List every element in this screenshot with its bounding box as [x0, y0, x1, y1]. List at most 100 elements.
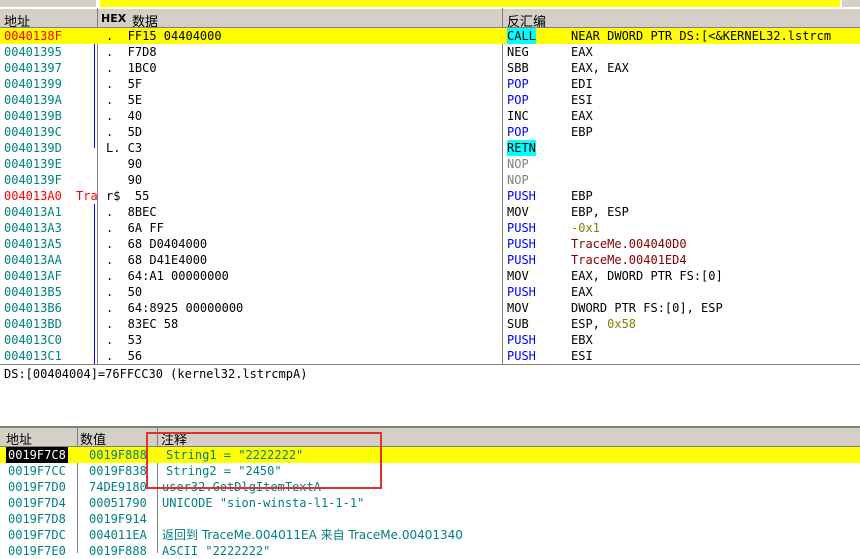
stack-row[interactable]: 0019F7D8 0019F914	[0, 511, 860, 527]
disasm-row[interactable]: 0040139B . 40 INC EAX	[0, 108, 860, 124]
disasm-hex: . 6A FF	[106, 221, 164, 235]
disassembly-pane[interactable]: 地址 HEX 数据 反汇编 0040138F . FF15 04404000 CAL…	[0, 0, 860, 364]
disasm-row[interactable]: 004013AF . 64:A1 00000000 MOV EAX, DWORD PT…	[0, 268, 860, 284]
stack-comment: UNICODE "sion-winsta-l1-1-1"	[162, 496, 365, 510]
disasm-address: 0040139B	[4, 109, 62, 123]
disasm-mnemonic: SBB	[507, 61, 529, 75]
disasm-operands: EBP, ESP	[571, 205, 629, 219]
disasm-address: 004013AA	[4, 253, 62, 267]
disasm-row[interactable]: 0040139C . 5D POP EBP	[0, 124, 860, 140]
disasm-address: 004013A3	[4, 221, 62, 235]
stack-header-address[interactable]: 地址	[0, 428, 77, 448]
disasm-row[interactable]: 004013C1 . 56 PUSH ESI	[0, 348, 860, 364]
stack-header-value[interactable]: 数值	[77, 428, 157, 448]
disasm-row[interactable]: 004013C0 . 53 PUSH EBX	[0, 332, 860, 348]
disasm-address: 004013C1	[4, 349, 62, 363]
stack-value: 0019F888	[89, 448, 147, 462]
stack-address: 0019F7E0	[8, 544, 66, 558]
stack-address: 0019F7C8	[6, 447, 68, 463]
stack-pane[interactable]: 地址 数值 注释 0019F7C8 0019F888 String1 = "2222…	[0, 426, 860, 558]
disasm-address: 0040139C	[4, 125, 62, 139]
stack-row[interactable]: 0019F7DC 004011EA 返回到 TraceMe.004011EA 来自 …	[0, 527, 860, 543]
stack-row[interactable]: 0019F7C8 0019F888 String1 = "2222222"	[0, 447, 860, 463]
disasm-row[interactable]: 0040139E 90 NOP	[0, 156, 860, 172]
stack-value: 00051790	[89, 496, 147, 510]
disasm-hex: . 68 D41E4000	[106, 253, 208, 267]
disasm-mnemonic: PUSH	[507, 253, 536, 267]
stack-row[interactable]: 0019F7CC 0019F838 String2 = "2450"	[0, 463, 860, 479]
disasm-address: 00401395	[4, 45, 62, 59]
stack-value: 0019F914	[89, 512, 147, 526]
disasm-hex: L. C3	[106, 141, 143, 155]
annotation-highlight-box	[146, 432, 382, 489]
disasm-operands: EDI	[571, 77, 593, 91]
disasm-row[interactable]: 0040139A . 5E POP ESI	[0, 92, 860, 108]
disasm-address: 00401397	[4, 61, 62, 75]
stack-row[interactable]: 0019F7D4 00051790 UNICODE "sion-winsta-l1-…	[0, 495, 860, 511]
disasm-hex: . 53	[106, 333, 143, 347]
disasm-operands: NEAR DWORD PTR DS:[<&KERNEL32.lstrcm	[571, 29, 832, 43]
disasm-row[interactable]: 004013AA . 68 D41E4000 PUSH TraceMe.00401ED…	[0, 252, 860, 268]
stack-address: 0019F7CC	[8, 464, 66, 478]
disasm-hex: . 5D	[106, 125, 143, 139]
disasm-row[interactable]: 004013A5 . 68 D0404000 PUSH TraceMe.004040D…	[0, 236, 860, 252]
disasm-address: 004013A1	[4, 205, 62, 219]
disasm-mnemonic: POP	[507, 125, 529, 139]
disasm-row[interactable]: 0040139D L. C3 RETN	[0, 140, 860, 156]
info-pane: DS:[00404004]=76FFCC30 (kernel32.lstrcmp…	[0, 364, 860, 427]
stack-row[interactable]: 0019F7E0 0019F888 ASCII "2222222"	[0, 543, 860, 559]
disasm-mnemonic: MOV	[507, 269, 529, 283]
stack-row[interactable]: 0019F7D0 74DE9180 user32.GetDlgItemTextA	[0, 479, 860, 495]
disasm-mnemonic: PUSH	[507, 333, 536, 347]
disasm-operands: TraceMe.00401ED4	[571, 253, 687, 267]
disasm-operands: -0x1	[571, 221, 600, 235]
disasm-label: Tra	[76, 189, 98, 203]
disasm-row[interactable]: 004013A1 . 8BEC MOV EBP, ESP	[0, 204, 860, 220]
disasm-row[interactable]: 0040138F . FF15 04404000 CALL NEAR DWORD PT…	[0, 28, 860, 44]
disasm-operands: DWORD PTR FS:[0], ESP	[571, 301, 723, 315]
column-header-address[interactable]: 地址	[0, 8, 97, 30]
disasm-mnemonic: PUSH	[507, 221, 536, 235]
disasm-row[interactable]: 004013BD . 83EC 58 SUB ESP, 0x58	[0, 316, 860, 332]
disasm-row[interactable]: 0040139F 90 NOP	[0, 172, 860, 188]
stack-address: 0019F7D4	[8, 496, 66, 510]
stack-value: 74DE9180	[89, 480, 147, 494]
disasm-row[interactable]: 00401397 . 1BC0 SBB EAX, EAX	[0, 60, 860, 76]
disasm-row[interactable]: 004013A3 . 6A FF PUSH -0x1	[0, 220, 860, 236]
column-header-hex[interactable]: HEX 数据	[97, 8, 502, 30]
pane-top-strip-right	[842, 0, 860, 7]
disasm-address: 004013A0	[4, 189, 62, 203]
disasm-row[interactable]: 004013A0 Tra r$ 55 PUSH EBP	[0, 188, 860, 204]
disasm-hex: . 56	[106, 349, 143, 363]
disasm-address: 004013BD	[4, 317, 62, 331]
disasm-row[interactable]: 004013B5 . 50 PUSH EAX	[0, 284, 860, 300]
disasm-hex: . 5E	[106, 93, 143, 107]
disasm-operands: EAX, EAX	[571, 61, 629, 75]
disasm-operands: ESP, 0x58	[571, 317, 637, 331]
disasm-hex: . FF15 04404000	[106, 29, 222, 43]
disasm-mnemonic: PUSH	[507, 189, 536, 203]
disasm-mnemonic: SUB	[507, 317, 529, 331]
disasm-address: 0040139E	[4, 157, 62, 171]
pane-top-highlight	[100, 0, 840, 7]
stack-value: 0019F838	[89, 464, 147, 478]
disasm-row[interactable]: 00401399 . 5F POP EDI	[0, 76, 860, 92]
disasm-hex: . 40	[106, 109, 143, 123]
stack-comment: 返回到 TraceMe.004011EA 来自 TraceMe.00401340	[162, 528, 463, 542]
disasm-address: 0040139F	[4, 173, 62, 187]
disasm-operands: ESI	[571, 93, 593, 107]
disasm-operands: EAX	[571, 285, 593, 299]
info-line: DS:[00404004]=76FFCC30 (kernel32.lstrcmp…	[4, 367, 308, 381]
disasm-row[interactable]: 004013B6 . 64:8925 00000000 MOV DWORD PTR F…	[0, 300, 860, 316]
disasm-hex: . 83EC 58	[106, 317, 179, 331]
disasm-operands: EBP	[571, 125, 593, 139]
disasm-hex: 90	[106, 157, 143, 171]
disasm-row[interactable]: 00401395 . F7D8 NEG EAX	[0, 44, 860, 60]
disasm-hex: . 1BC0	[106, 61, 157, 75]
column-header-disassembly[interactable]: 反汇编	[502, 8, 860, 30]
disasm-operands: ESI	[571, 349, 593, 363]
disasm-operands: EBX	[571, 333, 593, 347]
disasm-address: 004013B5	[4, 285, 62, 299]
disasm-hex: 90	[106, 173, 143, 187]
disasm-mnemonic: INC	[507, 109, 529, 123]
